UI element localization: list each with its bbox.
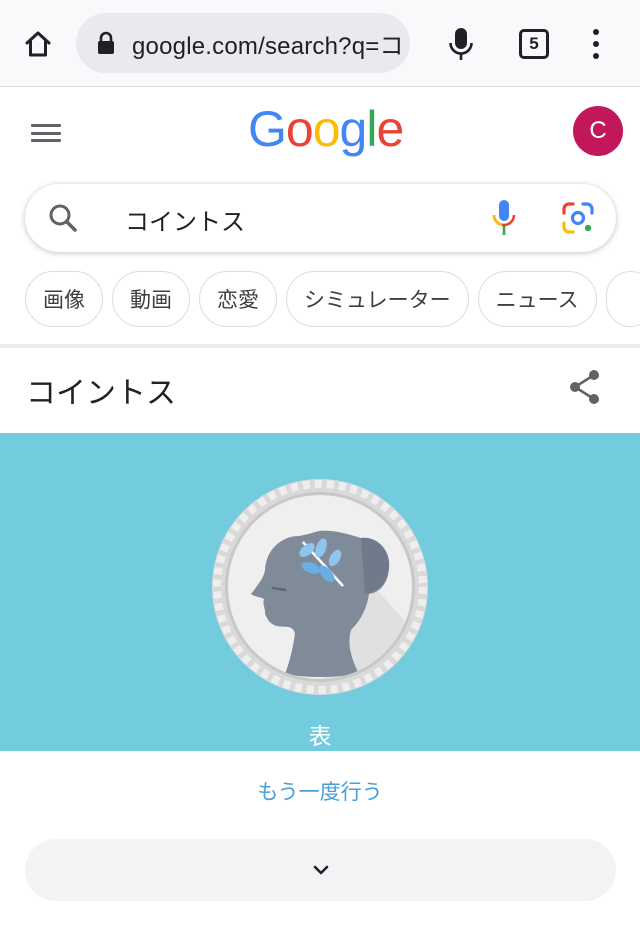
hamburger-icon[interactable] — [30, 118, 62, 148]
logo-letter: e — [376, 101, 404, 157]
home-icon — [25, 31, 51, 57]
chip-news[interactable]: ニュース — [477, 271, 597, 327]
chip-romance[interactable]: 恋愛 — [199, 271, 277, 327]
avatar[interactable]: C — [573, 106, 623, 156]
coin-result: 表 — [308, 724, 332, 750]
mic-icon — [449, 28, 473, 60]
home-button[interactable] — [18, 24, 58, 64]
browser-mic-button[interactable] — [443, 24, 479, 64]
logo-letter: G — [248, 101, 287, 157]
voice-search-icon[interactable] — [491, 198, 517, 238]
card-title: コイントス — [26, 376, 176, 411]
chip-more[interactable] — [605, 271, 640, 327]
kebab-menu-icon[interactable] — [584, 26, 608, 62]
divider — [0, 344, 640, 348]
search-icon[interactable] — [47, 202, 79, 234]
search-input[interactable]: コイントス — [125, 202, 245, 237]
chevron-down-icon — [313, 865, 328, 875]
coin-display-area[interactable]: 表 — [0, 433, 640, 751]
tab-switcher-button[interactable]: 5 — [519, 29, 549, 59]
url-text: google.com/search?q=コ — [132, 32, 404, 60]
logo-letter: l — [366, 101, 377, 157]
chip-videos[interactable]: 動画 — [112, 271, 190, 327]
google-lens-icon[interactable] — [561, 201, 595, 235]
google-logo[interactable]: Google — [248, 101, 404, 157]
chip-simulator[interactable]: シミュレーター — [286, 271, 469, 327]
logo-letter: o — [285, 101, 314, 157]
logo-letter: o — [312, 101, 341, 157]
share-icon[interactable] — [568, 368, 602, 406]
browser-toolbar: google.com/search?q=コ 5 — [0, 0, 640, 87]
expand-button[interactable] — [25, 839, 616, 901]
search-box[interactable]: コイントス — [25, 184, 616, 252]
lock-icon — [98, 31, 114, 54]
chip-images[interactable]: 画像 — [25, 271, 103, 327]
logo-letter: g — [339, 101, 368, 157]
address-bar[interactable]: google.com/search?q=コ — [76, 13, 410, 73]
flip-again-button[interactable]: もう一度行う — [0, 776, 640, 806]
filter-chips: 画像 動画 恋愛 シミュレーター ニュース — [25, 271, 640, 327]
coin-heads-image[interactable] — [211, 478, 429, 696]
